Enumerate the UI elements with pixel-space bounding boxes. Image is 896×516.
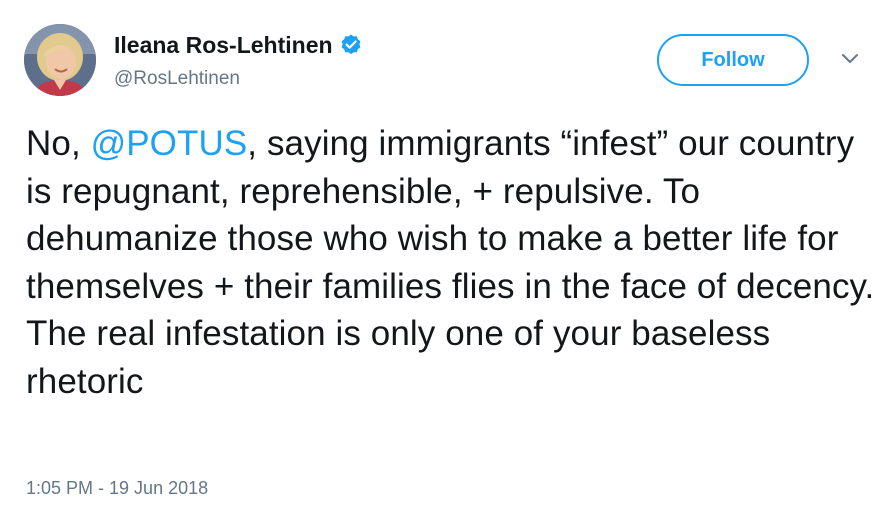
- display-name[interactable]: Ileana Ros-Lehtinen: [114, 32, 333, 59]
- tweet-text: No, @POTUS, saying immigrants “infest” o…: [26, 120, 876, 405]
- follow-button[interactable]: Follow: [657, 34, 809, 86]
- avatar[interactable]: [24, 24, 96, 96]
- verified-badge-icon: [339, 33, 363, 57]
- tweet-text-body: , saying immigrants “infest” our country…: [26, 124, 875, 401]
- chevron-down-icon[interactable]: [840, 52, 860, 66]
- tweet-card: Ileana Ros-Lehtinen @RosLehtinen Follow …: [0, 0, 896, 516]
- tweet-timestamp[interactable]: 1:05 PM - 19 Jun 2018: [26, 478, 208, 499]
- avatar-image: [24, 24, 96, 96]
- tweet-text-prefix: No,: [26, 124, 91, 163]
- display-name-row: Ileana Ros-Lehtinen: [114, 30, 363, 60]
- user-handle[interactable]: @RosLehtinen: [114, 68, 363, 90]
- mention-link[interactable]: @POTUS: [91, 124, 248, 163]
- user-info[interactable]: Ileana Ros-Lehtinen @RosLehtinen: [114, 30, 363, 90]
